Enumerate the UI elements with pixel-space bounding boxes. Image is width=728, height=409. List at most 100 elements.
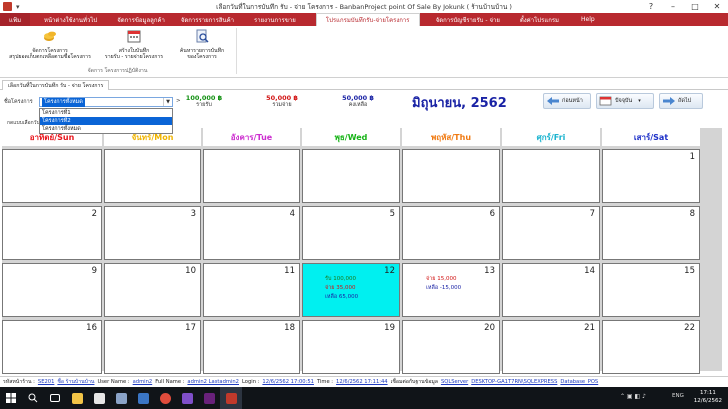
calendar-day-cell[interactable] [104, 149, 201, 203]
entry-line: รับ 100,000 [325, 276, 356, 282]
mail-icon[interactable] [132, 387, 154, 409]
file-explorer-icon[interactable] [66, 387, 88, 409]
windows-start-icon[interactable] [0, 387, 22, 409]
calendar-icon [599, 96, 612, 106]
chevron-down-icon[interactable]: ▾ [638, 98, 641, 104]
calendar-day-cell[interactable]: 2 [2, 206, 102, 260]
tools-icon[interactable] [110, 387, 132, 409]
visual-studio-icon[interactable] [176, 387, 198, 409]
calendar-day-cell[interactable]: 9 [2, 263, 102, 317]
calendar-day-cell[interactable]: 14 [502, 263, 600, 317]
user-name-label: User Name : [97, 379, 130, 385]
store-icon[interactable] [88, 387, 110, 409]
minimize-icon[interactable]: – [662, 0, 684, 13]
visual-studio-icon[interactable] [198, 387, 220, 409]
tab-general[interactable]: หน้าต่างใช้งานทั่วไป [40, 13, 101, 26]
calendar-day-cell[interactable]: 7 [502, 206, 600, 260]
chrome-icon[interactable] [154, 387, 176, 409]
dropdown-option[interactable]: โครงการที่2 [40, 117, 172, 125]
day-number: 10 [185, 266, 196, 276]
server-name-value[interactable]: DESKTOP-GA1T7RN\SQLEXPRESS [471, 379, 557, 385]
database-name-value[interactable]: Database_POS [560, 379, 598, 385]
manage-project-button[interactable]: จัดการโครงการ สรุปยอดเก็บตกเหลือตามชื่อโ… [4, 29, 96, 61]
calendar-day-cell[interactable]: 17 [104, 320, 201, 374]
calendar-day-cell[interactable]: 15 [602, 263, 700, 317]
calendar-day-cell[interactable] [502, 149, 600, 203]
calendar-day-cell[interactable] [2, 149, 102, 203]
tab-sales-report[interactable]: รายงานการขาย [250, 13, 300, 26]
sql-server-link[interactable]: SQLServer [441, 379, 468, 385]
project-combobox[interactable]: โครงการทั้งหมด ▼ [39, 97, 173, 107]
calendar-day-cell[interactable]: 18 [203, 320, 300, 374]
login-value[interactable]: 12/6/2562 17:00:51 [262, 379, 314, 385]
close-icon[interactable]: ✕ [706, 0, 728, 13]
arrow-right-icon: > [176, 98, 181, 104]
app-icon[interactable] [3, 2, 12, 11]
tab-project[interactable]: โปรแกรมบันทึกรับ-จ่ายโครงการ [315, 13, 420, 26]
status-bar: รหัสหน้าร้าน : SE201 ชื่อ ร้านบ้านบ้าน U… [0, 376, 728, 387]
page-code-label: รหัสหน้าร้าน : [3, 379, 35, 385]
balance-summary: 50,000 ฿ คงเหลือ [336, 94, 380, 109]
calendar-day-cell[interactable]: 13 จ่าย 15,000 เหลือ -15,000 [402, 263, 500, 317]
prev-button[interactable]: ก่อนหน้า [543, 93, 591, 109]
calendar-day-cell[interactable]: 21 [502, 320, 600, 374]
db-connect-label: เชื่อมต่อกับฐานข้อมูล [390, 379, 438, 385]
full-name-value[interactable]: admin2 Lastadmin2 [187, 379, 239, 385]
clock[interactable]: 17:11 12/6/2562 [694, 389, 722, 405]
tab-file[interactable]: แฟ้ม [0, 13, 30, 26]
calendar-day-cell[interactable]: 5 [302, 206, 400, 260]
calendar-day-cell[interactable]: 12 รับ 100,000 จ่าย 35,000 เหลือ 65,000 [302, 263, 400, 317]
day-number: 21 [584, 323, 595, 333]
calendar-day-cell[interactable]: 6 [402, 206, 500, 260]
task-view-icon[interactable] [44, 387, 66, 409]
help-icon[interactable]: ? [640, 0, 662, 13]
dropdown-option[interactable]: โครงการที่1 [40, 109, 172, 117]
calendar-day-cell[interactable]: 19 [302, 320, 400, 374]
day-number: 4 [289, 209, 295, 219]
entry-line: จ่าย 35,000 [325, 285, 356, 291]
calendar-day-cell[interactable]: 20 [402, 320, 500, 374]
calendar-day-cell[interactable] [402, 149, 500, 203]
calendar-day-cell[interactable]: 16 [2, 320, 102, 374]
calendar-day-cell[interactable]: 10 [104, 263, 201, 317]
next-button[interactable]: ถัดไป [659, 93, 703, 109]
tab-settings[interactable]: ตั้งค่าโปรแกรม [516, 13, 563, 26]
today-button[interactable]: ปัจจุบัน ▾ [596, 93, 654, 109]
document-tab[interactable]: เลือกวันที่ในการบันทึก รับ - จ่าย โครงกา… [2, 80, 110, 90]
time-value[interactable]: 12/6/2562 17:11:44 [336, 379, 388, 385]
calendar-day-cell[interactable]: 11 [203, 263, 300, 317]
language-indicator[interactable]: ENG [672, 393, 684, 399]
chevron-down-icon[interactable]: ▼ [163, 98, 172, 106]
calendar-day-cell[interactable]: 22 [602, 320, 700, 374]
shop-name-link[interactable]: ชื่อ ร้านบ้านบ้าน [57, 378, 94, 386]
tab-help[interactable]: Help [577, 13, 599, 26]
tab-customers[interactable]: จัดการข้อมูลลูกค้า [113, 13, 169, 26]
tab-accounts[interactable]: จัดการบัญชีรายรับ - จ่าย [432, 13, 504, 26]
manage-project-sublabel: สรุปยอดเก็บตกเหลือตามชื่อโครงการ [9, 54, 91, 60]
calendar-day-cell[interactable] [302, 149, 400, 203]
user-name-value[interactable]: admin2 [133, 379, 153, 385]
app-window-icon[interactable] [220, 387, 242, 409]
window-title: เลือกวันที่ในการบันทึก รับ - จ่าย โครงกา… [216, 2, 512, 11]
tab-products[interactable]: จัดการรายการสินค้า [177, 13, 238, 26]
prev-label: ก่อนหน้า [562, 98, 583, 104]
calendar-day-cell[interactable]: 1 [602, 149, 700, 203]
dropdown-option[interactable]: โครงการทั้งหมด [40, 125, 172, 133]
day-number: 8 [689, 209, 695, 219]
tray-icons[interactable]: ⌃ ▣ ◧ ♪ [620, 393, 646, 400]
calendar-day-cell[interactable]: 3 [104, 206, 201, 260]
day-number: 1 [689, 152, 695, 162]
calendar-day-cell[interactable]: 8 [602, 206, 700, 260]
search-icon[interactable] [22, 387, 44, 409]
quick-access-dropdown[interactable]: ▾ [16, 3, 20, 11]
search-record-button[interactable]: ค้นหารายการบันทึก ของโครงการ [172, 29, 232, 61]
calendar-day-cell[interactable]: 4 [203, 206, 300, 260]
ribbon-body: จัดการโครงการ สรุปยอดเก็บตกเหลือตามชื่อโ… [0, 26, 728, 78]
balance-caption: คงเหลือ [348, 102, 368, 108]
maximize-icon[interactable]: □ [684, 0, 706, 13]
weekday-header: อังคาร/Tue [203, 128, 300, 146]
calendar-day-cell[interactable] [203, 149, 300, 203]
page-code-link[interactable]: SE201 [38, 379, 54, 385]
create-record-button[interactable]: สร้างใบบันทึก รายรับ - รายจ่ายโครงการ [102, 29, 166, 61]
income-value: 100,000 ฿ [185, 94, 223, 102]
